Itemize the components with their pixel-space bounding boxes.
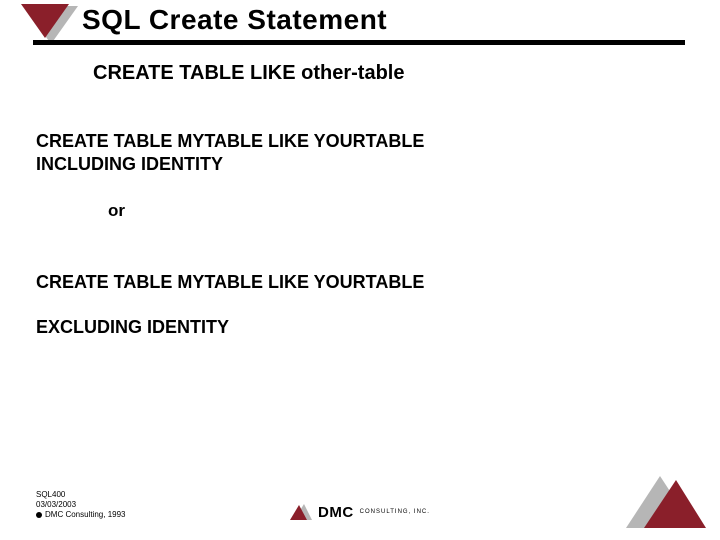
separator-or: or [108, 200, 125, 221]
footer-meta: SQL400 03/03/2003 DMC Consulting, 1993 [36, 490, 125, 520]
footer-date: 03/03/2003 [36, 500, 125, 510]
code-block-2: CREATE TABLE MYTABLE LIKE YOURTABLE EXCL… [36, 248, 424, 361]
logo-text: DMC [318, 504, 354, 521]
corner-br-triangle-icon [616, 470, 706, 530]
page-title: SQL Create Statement [82, 4, 387, 36]
code-line: CREATE TABLE MYTABLE LIKE YOURTABLE [36, 130, 424, 153]
logo-tagline: CONSULTING, INC. [360, 509, 430, 515]
corner-triangle-icon [21, 4, 81, 54]
slide-header: SQL Create Statement [0, 0, 720, 48]
code-line: EXCLUDING IDENTITY [36, 316, 424, 339]
title-underline [33, 40, 685, 45]
footer-copyright-text: DMC Consulting, 1993 [45, 510, 125, 520]
footer-code: SQL400 [36, 490, 125, 500]
code-line: CREATE TABLE MYTABLE LIKE YOURTABLE [36, 271, 424, 294]
code-block-1: CREATE TABLE MYTABLE LIKE YOURTABLE INCL… [36, 130, 424, 175]
dmc-logo: DMC CONSULTING, INC. [290, 502, 430, 522]
code-line: INCLUDING IDENTITY [36, 153, 424, 176]
subtitle: CREATE TABLE LIKE other-table [93, 62, 404, 85]
footer-copyright: DMC Consulting, 1993 [36, 510, 125, 520]
logo-triangle-icon [290, 502, 312, 522]
